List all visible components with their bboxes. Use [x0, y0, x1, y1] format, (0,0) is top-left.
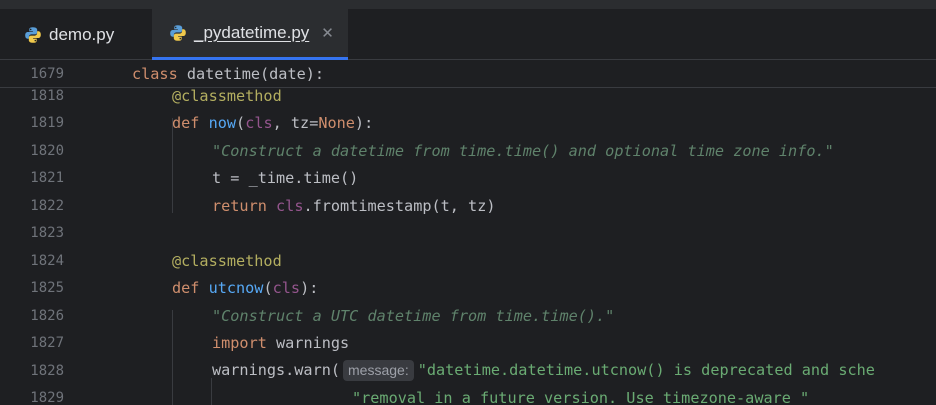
- keyword-token: None: [318, 114, 355, 133]
- keyword-token: return: [212, 196, 267, 215]
- code-token: datetime(date):: [177, 64, 325, 83]
- code-token: (: [236, 114, 246, 133]
- code-token: .fromtimestamp(t, tz): [303, 196, 496, 215]
- code-text: @classmethod: [172, 87, 282, 105]
- tab-demo-py[interactable]: demo.py: [0, 9, 152, 60]
- close-tab-icon[interactable]: ✕: [321, 26, 334, 41]
- code-line: 1829 "removal in a future version. Use t…: [0, 385, 936, 405]
- python-file-icon: [25, 26, 41, 43]
- code-text: t = _time.time(): [212, 169, 358, 187]
- line-number: 1822: [30, 197, 64, 214]
- line-number: 1828: [30, 362, 64, 379]
- code-editor[interactable]: 1679 class datetime(date): 1818 @classme…: [0, 60, 936, 405]
- code-text: "removal in a future version. Use timezo…: [352, 389, 809, 405]
- code-line: 1821 t = _time.time(): [0, 165, 936, 193]
- code-token: (: [263, 279, 273, 298]
- code-token: ):: [300, 279, 319, 298]
- code-line: 1819 def now(cls, tz=None):: [0, 110, 936, 138]
- parameter-name-hint: message:: [343, 360, 414, 382]
- code-text: class datetime(date):: [132, 65, 324, 83]
- docstring-token: "Construct a UTC datetime from time.time…: [212, 306, 615, 325]
- window-top-strip: [0, 0, 936, 9]
- code-line: 1824 @classmethod: [0, 247, 936, 275]
- ide-editor-window: demo.py _pydatetime.py ✕ 1679 class date…: [0, 0, 936, 405]
- code-token: , tz=: [272, 114, 319, 133]
- code-token: warnings.warn(: [212, 361, 341, 380]
- line-number: 1827: [30, 335, 64, 352]
- code-line: 1822 return cls.fromtimestamp(t, tz): [0, 192, 936, 220]
- code-line: 1825 def utcnow(cls):: [0, 275, 936, 303]
- keyword-token: def: [172, 114, 200, 133]
- code-line: 1820 "Construct a datetime from time.tim…: [0, 137, 936, 165]
- code-text: "Construct a UTC datetime from time.time…: [212, 307, 614, 325]
- function-name-token: now: [208, 114, 237, 133]
- code-line: 1823: [0, 220, 936, 248]
- code-line: 1679 class datetime(date):: [0, 60, 936, 88]
- decorator-token: @classmethod: [172, 86, 282, 105]
- cls-param-token: cls: [272, 279, 301, 298]
- keyword-token: import: [212, 334, 267, 353]
- code-text: def now(cls, tz=None):: [172, 114, 373, 132]
- tab-label: _pydatetime.py: [194, 23, 310, 42]
- cls-param-token: cls: [276, 196, 304, 215]
- function-name-token: utcnow: [208, 279, 264, 298]
- line-number: 1819: [30, 115, 64, 132]
- code-text: import warnings: [212, 334, 349, 352]
- code-token: ):: [354, 114, 374, 133]
- sticky-scope-header[interactable]: 1679 class datetime(date):: [0, 60, 936, 88]
- code-text: warnings.warn(message: "datetime.datetime…: [212, 360, 875, 382]
- code-text: def utcnow(cls):: [172, 279, 318, 297]
- line-number: 1818: [30, 87, 64, 104]
- code-line: 1826 "Construct a UTC datetime from time…: [0, 302, 936, 330]
- line-number: 1826: [30, 307, 64, 324]
- keyword-token: def: [172, 279, 200, 298]
- code-text: @classmethod: [172, 252, 282, 270]
- editor-tab-bar: demo.py _pydatetime.py ✕: [0, 9, 936, 60]
- keyword-token: class: [132, 64, 178, 83]
- decorator-token: @classmethod: [172, 251, 282, 270]
- tab-label: demo.py: [49, 24, 115, 44]
- code-token: t = _time.time(): [212, 169, 359, 188]
- code-line: 1827 import warnings: [0, 330, 936, 358]
- code-text: "Construct a datetime from time.time() a…: [212, 142, 834, 160]
- cls-param-token: cls: [245, 114, 273, 133]
- line-number: 1824: [30, 252, 64, 269]
- docstring-token: "Construct a datetime from time.time() a…: [212, 141, 834, 160]
- line-number: 1825: [30, 280, 64, 297]
- line-number: 1679: [30, 65, 64, 82]
- string-token: "removal in a future version. Use timezo…: [352, 389, 810, 405]
- code-line: 1828 warnings.warn(message: "datetime.dat…: [0, 357, 936, 385]
- line-number: 1829: [30, 390, 64, 405]
- string-token: "datetime.datetime.utcnow() is deprecate…: [417, 361, 875, 380]
- tab-pydatetime-py[interactable]: _pydatetime.py ✕: [152, 9, 348, 60]
- line-number: 1823: [30, 225, 64, 242]
- line-number: 1820: [30, 142, 64, 159]
- code-token: warnings: [266, 334, 350, 353]
- code-text: return cls.fromtimestamp(t, tz): [212, 197, 496, 215]
- line-number: 1821: [30, 170, 64, 187]
- python-file-icon: [170, 25, 186, 41]
